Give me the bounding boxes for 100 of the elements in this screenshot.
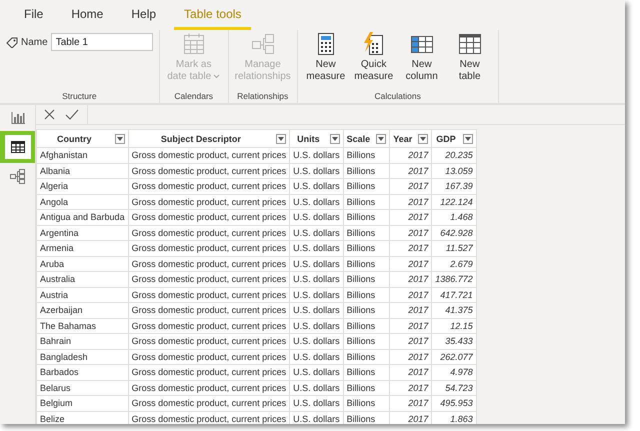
- table-cell: Billions: [343, 396, 390, 411]
- column-header: Country: [56, 134, 93, 144]
- table-cell: Austria: [36, 287, 128, 302]
- table-cell: U.S. dollars: [290, 210, 344, 225]
- table-cell: Bahrain: [36, 334, 128, 349]
- bar-chart-icon[interactable]: [10, 112, 24, 124]
- table-cell: The Bahamas: [36, 318, 128, 334]
- table-cell: U.S. dollars: [290, 240, 344, 256]
- ribbon-tab[interactable]: Home: [61, 0, 114, 30]
- table-cell: 2017: [390, 194, 432, 210]
- table-cell: Angola: [36, 194, 128, 210]
- table-cell: 4.978: [432, 364, 476, 380]
- tag-icon: [6, 36, 18, 48]
- caret-icon: [332, 136, 338, 140]
- table-cell: 122.124: [432, 194, 476, 210]
- table-cell: 2017: [390, 272, 432, 287]
- caret-icon: [420, 136, 426, 140]
- table-cell: 417.721: [432, 287, 476, 302]
- table-cell: Billions: [343, 210, 390, 225]
- table-cell: 167.39: [432, 178, 476, 194]
- table-cell: Gross domestic product, current prices: [128, 364, 290, 380]
- table-cell: 2017: [390, 287, 432, 302]
- table-cell: 2017: [390, 318, 432, 334]
- relationships-icon: [250, 32, 275, 56]
- filter-dropdown-button[interactable]: [276, 134, 286, 144]
- table-cell: Gross domestic product, current prices: [128, 256, 290, 272]
- ribbon-button[interactable]: Quick measure: [352, 30, 396, 91]
- table-cell: Algeria: [36, 178, 128, 194]
- model-icon[interactable]: [10, 168, 25, 184]
- table-cell: U.S. dollars: [290, 256, 344, 272]
- table-cell: 642.928: [432, 225, 476, 240]
- table-cell: Billions: [343, 318, 390, 334]
- table-cell: Billions: [343, 380, 390, 396]
- table-cell: 13.059: [432, 163, 476, 178]
- filter-dropdown-button[interactable]: [462, 134, 473, 144]
- table-cell: Billions: [343, 256, 390, 272]
- table-cell: 2017: [390, 334, 432, 349]
- table-cell: Belarus: [36, 380, 128, 396]
- table-cell: Gross domestic product, current prices: [128, 287, 290, 302]
- caret-icon: [464, 136, 471, 140]
- ribbon-tab[interactable]: Help: [121, 0, 166, 30]
- table-cell: Billions: [343, 349, 390, 364]
- table-cell: U.S. dollars: [290, 364, 344, 380]
- table-cell: Gross domestic product, current prices: [128, 396, 290, 411]
- table-cell: U.S. dollars: [290, 148, 344, 163]
- table-cell: U.S. dollars: [290, 272, 344, 287]
- table-cell: Afghanistan: [36, 148, 128, 163]
- close-icon[interactable]: [44, 109, 55, 120]
- table-cell: 262.077: [432, 349, 476, 364]
- filter-dropdown-button[interactable]: [114, 134, 125, 144]
- group-title: Structure: [61, 91, 98, 103]
- view-button[interactable]: [0, 131, 35, 163]
- table-cell: Gross domestic product, current prices: [128, 240, 290, 256]
- filter-dropdown-button[interactable]: [330, 134, 340, 144]
- table-cell: 1386.772: [432, 272, 476, 287]
- name-field[interactable]: Table 1: [50, 33, 153, 51]
- column-header: Units: [296, 134, 321, 144]
- table-cell: Belize: [36, 411, 128, 424]
- ribbon-button[interactable]: New table: [448, 30, 492, 91]
- ribbon-button[interactable]: New column: [400, 30, 444, 91]
- table-cell: 2.679: [432, 256, 476, 272]
- table-cell: Billions: [343, 178, 390, 194]
- table-cell: U.S. dollars: [290, 318, 344, 334]
- ribbon-tab[interactable]: File: [14, 0, 54, 30]
- table-cell: Billions: [343, 302, 390, 318]
- checkmark-icon[interactable]: [65, 109, 79, 120]
- table-cell: Billions: [343, 364, 390, 380]
- table-cell: Gross domestic product, current prices: [128, 334, 290, 349]
- table-cell: U.S. dollars: [290, 225, 344, 240]
- table-cell: 2017: [390, 178, 432, 194]
- table-cell: U.S. dollars: [290, 334, 344, 349]
- table-cell: 2017: [390, 240, 432, 256]
- caret-icon: [278, 136, 284, 140]
- table-cell: Gross domestic product, current prices: [128, 225, 290, 240]
- column-header: GDP: [435, 134, 457, 144]
- table-cell: Gross domestic product, current prices: [128, 163, 290, 178]
- filter-dropdown-button[interactable]: [418, 134, 428, 144]
- table-cell: 2017: [390, 380, 432, 396]
- table-cell: Barbados: [36, 364, 128, 380]
- table-cell: 2017: [390, 225, 432, 240]
- table-cell: 2017: [390, 364, 432, 380]
- table-cell: U.S. dollars: [290, 287, 344, 302]
- column-header: Year: [393, 134, 412, 144]
- table-cell: Billions: [343, 240, 390, 256]
- table-cell: 2017: [390, 256, 432, 272]
- name-label: Name: [21, 36, 48, 48]
- table-cell: U.S. dollars: [290, 302, 344, 318]
- table-cell: Gross domestic product, current prices: [128, 148, 290, 163]
- table-cell: 20.235: [432, 148, 476, 163]
- table-icon: [458, 32, 482, 56]
- table-cell: Billions: [343, 334, 390, 349]
- table-cell: Argentina: [36, 225, 128, 240]
- table-cell: Gross domestic product, current prices: [128, 318, 290, 334]
- table-cell: Gross domestic product, current prices: [128, 302, 290, 318]
- column-header: Subject Descriptor: [160, 134, 242, 144]
- table-cell: 2017: [390, 210, 432, 225]
- ribbon-button[interactable]: New measure: [304, 30, 348, 91]
- table-cell: U.S. dollars: [290, 178, 344, 194]
- group-title: Calendars: [173, 91, 214, 103]
- filter-dropdown-button[interactable]: [376, 134, 386, 144]
